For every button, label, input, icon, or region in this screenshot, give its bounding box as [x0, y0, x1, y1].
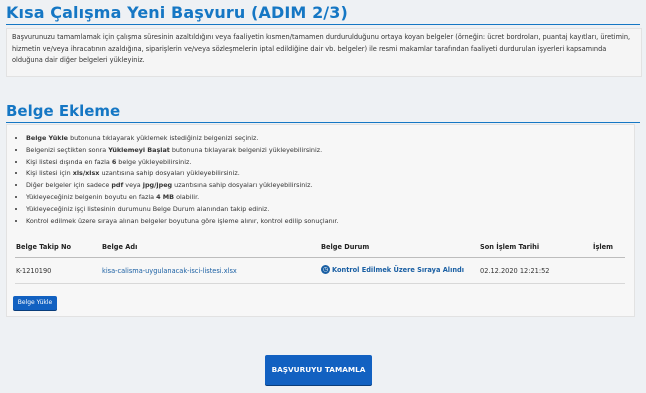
instruction-item: Kişi listesi için xls/xlsx uzantısına sa… — [26, 168, 339, 180]
instruction-item: Belgenizi seçtikten sonra Yüklemeyi Başl… — [26, 145, 339, 157]
header-last-action-date: Son İşlem Tarihi — [480, 243, 540, 251]
section-divider — [6, 122, 640, 123]
instruction-text: Kişi listesi için — [26, 169, 73, 178]
instruction-text: Diğer belgeler için sadece — [26, 181, 112, 190]
instruction-item: Kontrol edilmek üzere sıraya alınan belg… — [26, 216, 339, 228]
instruction-item: Belge Yükle butonuna tıklayarak yüklemek… — [26, 133, 339, 145]
header-document-name: Belge Adı — [102, 243, 138, 251]
instructions-list: Belge Yükle butonuna tıklayarak yüklemek… — [17, 133, 339, 227]
section-title: Belge Ekleme — [6, 102, 121, 120]
instruction-text: pdf — [111, 181, 124, 190]
upload-panel: Belge Yükle butonuna tıklayarak yüklemek… — [6, 124, 635, 317]
instruction-text: Kontrol edilmek üzere sıraya alınan belg… — [26, 216, 339, 225]
instruction-item: Yükleyeceğiniz belgenin boyutu en fazla … — [26, 192, 339, 204]
title-divider — [6, 24, 640, 25]
header-tracking-no: Belge Takip No — [16, 243, 72, 251]
instruction-text: olabilir. — [174, 192, 200, 201]
instruction-item: Yükleyeceğiniz işçi listesinin durumunu … — [26, 204, 339, 216]
header-document-status: Belge Durum — [321, 243, 370, 251]
header-action: İşlem — [593, 243, 613, 251]
instruction-text: Yüklemeyi Başlat — [108, 145, 170, 154]
intro-box: Başvurunuzu tamamlamak için çalışma süre… — [6, 28, 642, 77]
instruction-text: butonuna tıklayarak yüklemek istediğiniz… — [68, 134, 259, 142]
document-file-link[interactable]: kisa-calisma-uygulanacak-isci-listesi.xl… — [102, 267, 237, 275]
instruction-text: uzantısına sahip dosyaları yükleyebilirs… — [99, 169, 240, 178]
clock-status-icon: ◷ — [321, 265, 330, 274]
instruction-text: uzantısına sahip dosyaları yükleyebilirs… — [172, 181, 313, 190]
instruction-text: veya — [123, 181, 143, 190]
document-status: ◷ Kontrol Edilmek Üzere Sıraya Alındı — [321, 265, 464, 274]
instruction-item: Kişi listesi dışında en fazla 6 belge yü… — [26, 157, 339, 169]
page-title: Kısa Çalışma Yeni Başvuru (ADIM 2/3) — [6, 3, 348, 22]
instruction-text: Yükleyeceğiniz işçi listesinin durumunu … — [26, 204, 270, 213]
status-label: Kontrol Edilmek Üzere Sıraya Alındı — [332, 265, 465, 274]
instruction-text: Yükleyeceğiniz belgenin boyutu en fazla — [26, 192, 157, 201]
instruction-text: Belgenizi seçtikten sonra — [26, 145, 109, 154]
instruction-text: butonuna tıklayarak belgenizi yükleyebil… — [169, 145, 323, 154]
instruction-text: jpg/jpeg — [142, 181, 173, 190]
instruction-text: 4 MB — [156, 192, 175, 201]
table-header-divider — [15, 257, 625, 258]
instruction-text: Kişi listesi dışında en fazla — [26, 157, 112, 166]
finish-application-button[interactable]: BAŞVURUYU TAMAMLA — [265, 355, 372, 385]
instruction-text: belge yükleyebilirsiniz. — [116, 157, 192, 166]
upload-document-button[interactable]: Belge Yükle — [13, 296, 57, 310]
instruction-text: xls/xlsx — [72, 169, 100, 178]
row-last-action-date: 02.12.2020 12:21:52 — [480, 267, 550, 275]
intro-text: Başvurunuzu tamamlamak için çalışma süre… — [12, 33, 631, 64]
row-tracking-no: K-1210190 — [16, 267, 52, 275]
table-row-divider — [15, 283, 625, 284]
instruction-item: Diğer belgeler için sadece pdf veya jpg/… — [26, 180, 339, 192]
instruction-text: Belge Yükle — [26, 134, 69, 142]
